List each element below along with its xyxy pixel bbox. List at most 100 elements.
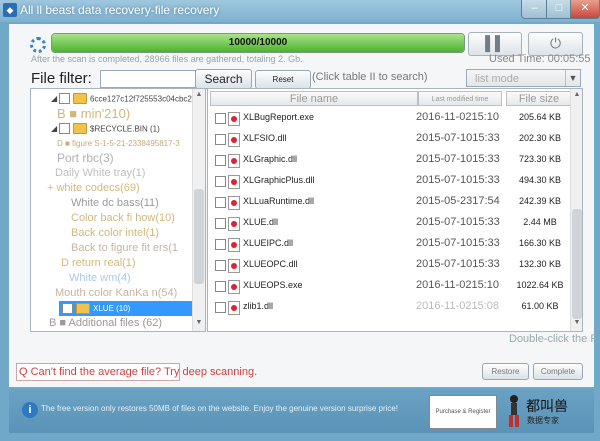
info-icon: i xyxy=(22,402,38,418)
tree-node[interactable]: D return real(1) xyxy=(61,256,136,271)
folder-icon xyxy=(73,93,87,104)
folder-icon xyxy=(76,302,90,314)
scroll-thumb[interactable] xyxy=(194,189,204,284)
app-logo-icon: ◆ xyxy=(3,3,17,17)
scan-progress-bar: 10000/10000 xyxy=(51,33,465,53)
checkbox[interactable] xyxy=(215,302,226,313)
pause-icon: ▌▌ xyxy=(485,35,505,51)
tree-node[interactable]: Daily White tray(1) xyxy=(55,166,145,181)
table-row[interactable]: XLUEOPC.dll 2015-07-1015:33 132.30 KB xyxy=(208,255,570,276)
tree-node[interactable]: Port rbc(3) xyxy=(57,151,114,166)
table-row[interactable]: XLLuaRuntime.dll 2015-05-2317:54 242.39 … xyxy=(208,192,570,213)
tree-node[interactable]: Color back fi how(10) xyxy=(71,211,175,226)
file-icon xyxy=(228,280,240,294)
brand-subtitle: 数据专家 xyxy=(527,416,559,425)
brand-mascot-icon xyxy=(509,395,519,427)
tree-node[interactable]: ◢ $RECYCLE.BIN (1) xyxy=(51,121,160,136)
file-list[interactable]: File name Last modified time File size X… xyxy=(207,88,583,332)
file-icon xyxy=(228,238,240,252)
view-mode-select[interactable]: list mode ▼ xyxy=(466,69,581,87)
search-hint: (Click table II to search) xyxy=(312,71,428,83)
table-row[interactable]: XLGraphic.dll 2015-07-1015:33 723.30 KB xyxy=(208,150,570,171)
minimize-button[interactable]: – xyxy=(521,0,548,19)
expand-icon: ◢ xyxy=(51,124,58,133)
column-header-modified[interactable]: Last modified time xyxy=(418,91,502,106)
expand-icon: ◢ xyxy=(51,94,58,103)
checkbox[interactable] xyxy=(215,113,226,124)
file-filter-input[interactable] xyxy=(100,70,196,88)
file-list-scrollbar[interactable]: ▲ ▼ xyxy=(570,89,582,331)
tree-node[interactable]: B ■ min'210) xyxy=(57,106,130,121)
column-header-size[interactable]: File size xyxy=(506,91,572,106)
info-text: The free version only restores 50MB of f… xyxy=(41,404,399,413)
maximize-button[interactable]: □ xyxy=(546,0,572,19)
title-bar[interactable]: ◆ All ll beast data recovery-file recove… xyxy=(0,0,600,22)
file-icon xyxy=(228,259,240,273)
tree-node[interactable]: D ■ figure S-1-5-21-2338495817-3 xyxy=(57,136,180,151)
table-row[interactable]: XLUEIPC.dll 2015-07-1015:33 166.30 KB xyxy=(208,234,570,255)
tree-node[interactable]: White dc bass(11) xyxy=(71,196,159,211)
file-icon xyxy=(228,175,240,189)
checkbox[interactable] xyxy=(215,176,226,187)
window-title: All ll beast data recovery-file recovery xyxy=(20,3,220,17)
tree-node[interactable]: Back color intel(1) xyxy=(71,226,159,241)
scan-status-text: After the scan is completed, 28966 files… xyxy=(31,54,303,64)
stop-icon: ⏻ xyxy=(549,35,562,51)
table-row[interactable]: XLBugReport.exe 2016-11-0215:10 205.64 K… xyxy=(208,108,570,129)
checkbox[interactable] xyxy=(215,239,226,250)
tree-node[interactable]: Mouth color KanKa n(54) xyxy=(55,286,177,301)
tree-node[interactable]: White wm(4) xyxy=(69,271,131,286)
table-row[interactable]: XLUE.dll 2015-07-1015:33 2.44 MB xyxy=(208,213,570,234)
checkbox[interactable] xyxy=(215,134,226,145)
folder-tree[interactable]: ◢ 6cce127c12f725553c04cbc2 B ■ min'210) ◢… xyxy=(30,88,206,332)
file-icon xyxy=(228,217,240,231)
reset-button[interactable]: Reset xyxy=(255,70,311,89)
view-mode-value: list mode xyxy=(475,73,520,85)
deep-scan-link[interactable]: Q Can't find the average file? Try deep … xyxy=(16,363,257,381)
table-row[interactable]: XLUEOPS.exe 2016-11-0215:10 1022.64 KB xyxy=(208,276,570,297)
file-icon xyxy=(228,112,240,126)
file-icon xyxy=(228,133,240,147)
used-time: Used Time: 00:05:55 xyxy=(489,53,591,65)
file-icon xyxy=(228,196,240,210)
file-icon xyxy=(228,301,240,315)
checkbox[interactable] xyxy=(215,281,226,292)
complete-button[interactable]: Complete xyxy=(533,363,583,380)
table-row[interactable]: XLGraphicPlus.dll 2015-07-1015:33 494.30… xyxy=(208,171,570,192)
checkbox[interactable] xyxy=(215,155,226,166)
app-window: ◆ All ll beast data recovery-file recove… xyxy=(0,0,600,441)
info-bar: i The free version only restores 50MB of… xyxy=(9,389,594,433)
checkbox[interactable] xyxy=(215,197,226,208)
dropdown-arrow-icon: ▼ xyxy=(565,70,580,86)
checkbox[interactable] xyxy=(59,93,70,104)
checkbox[interactable] xyxy=(59,123,70,134)
tree-node[interactable]: + white codecs(69) xyxy=(47,181,140,196)
folder-icon xyxy=(73,123,87,134)
table-row[interactable]: XLFSIO.dll 2015-07-1015:33 202.30 KB xyxy=(208,129,570,150)
close-button[interactable]: ✕ xyxy=(570,0,600,19)
scroll-down-icon[interactable]: ▼ xyxy=(193,317,205,329)
purchase-register-button[interactable]: Purchase & Register xyxy=(429,395,497,429)
progress-text: 10000/10000 xyxy=(228,37,288,48)
tree-node[interactable]: ◢ 6cce127c12f725553c04cbc2 xyxy=(51,91,192,106)
table-row[interactable]: zlib1.dll 2016-11-0215:08 61.00 KB xyxy=(208,297,570,318)
checkbox[interactable] xyxy=(215,260,226,271)
scroll-up-icon[interactable]: ▲ xyxy=(193,89,205,101)
column-header-name[interactable]: File name xyxy=(210,91,418,106)
scroll-down-icon[interactable]: ▼ xyxy=(571,317,582,329)
checkbox[interactable] xyxy=(215,218,226,229)
double-click-hint: Double-click the F xyxy=(509,333,598,345)
tree-node[interactable]: Back to figure fit ers(1 xyxy=(71,241,178,256)
loading-spinner-icon xyxy=(30,37,46,53)
tree-node[interactable]: B ■ Additional files (62) xyxy=(49,316,162,331)
brand-name: 都叫兽 xyxy=(526,399,568,415)
file-icon xyxy=(228,154,240,168)
tree-node-selected[interactable]: XLUE (10) xyxy=(59,301,192,316)
restore-button[interactable]: Restore xyxy=(482,363,529,380)
tree-scrollbar[interactable]: ▲ ▼ xyxy=(192,89,205,331)
search-button[interactable]: Search xyxy=(195,69,252,89)
scroll-up-icon[interactable]: ▲ xyxy=(571,89,582,101)
checkbox[interactable] xyxy=(62,302,73,314)
file-filter-label: File filter: xyxy=(31,70,92,87)
scroll-thumb[interactable] xyxy=(572,209,582,319)
